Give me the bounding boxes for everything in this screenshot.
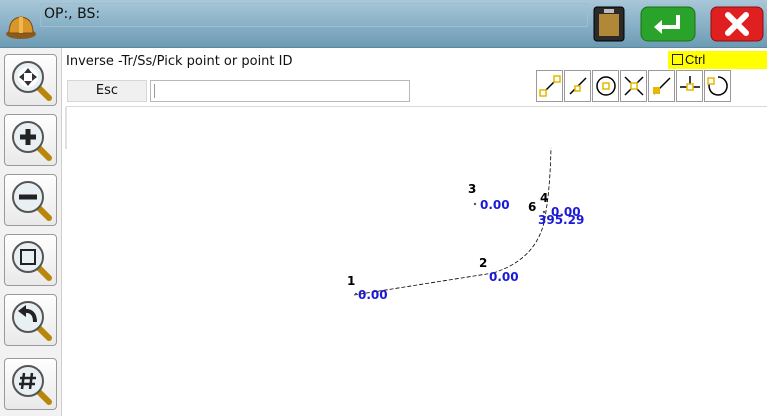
- close-button[interactable]: [710, 6, 764, 42]
- point-marker-3[interactable]: [473, 202, 477, 206]
- point-2-elevation: 0.00: [489, 270, 519, 284]
- snap-center-button[interactable]: [592, 70, 619, 102]
- zoom-in-icon: [12, 121, 52, 161]
- ctrl-checkbox[interactable]: Ctrl: [668, 51, 767, 69]
- hard-hat-icon[interactable]: [4, 9, 38, 43]
- window-title: OP:, BS:: [44, 6, 101, 22]
- snap-endpoint-icon: [539, 75, 561, 97]
- point-4-label: 4: [540, 191, 548, 205]
- title-bar: OP:, BS:: [0, 0, 767, 48]
- zoom-out-icon: [12, 181, 52, 221]
- enter-button[interactable]: [640, 6, 696, 42]
- snap-tangent-icon: [680, 76, 700, 91]
- point-3-elevation: 0.00: [480, 198, 510, 212]
- zoom-toolbar: [0, 48, 62, 416]
- zoom-grid-icon: [12, 365, 52, 405]
- snap-intersection-icon: [624, 76, 644, 96]
- point-3-label: 3: [468, 182, 476, 196]
- ctrl-checkbox-box[interactable]: [672, 54, 683, 65]
- point-1-elevation: 0.00: [358, 288, 388, 302]
- point-2-label: 2: [479, 256, 487, 270]
- zoom-window-button[interactable]: [4, 234, 57, 286]
- point-1-label: 1: [347, 274, 355, 288]
- snap-nearest-button[interactable]: [564, 70, 591, 102]
- drawing-canvas[interactable]: 1 2 3 4 6 0.00 0.00 0.00 0.00 395.29: [63, 108, 767, 416]
- ctrl-label: Ctrl: [685, 52, 706, 67]
- point-marker-1[interactable]: [354, 292, 358, 296]
- zoom-in-button[interactable]: [4, 114, 57, 166]
- point-6-label: 6: [528, 200, 536, 214]
- snap-circle-button[interactable]: [704, 70, 731, 102]
- snap-perpendicular-icon: [653, 77, 671, 95]
- zoom-extents-icon: [12, 61, 52, 101]
- snap-endpoint-button[interactable]: [536, 70, 563, 102]
- keyboard-button[interactable]: [590, 6, 628, 42]
- zoom-out-button[interactable]: [4, 174, 57, 226]
- command-input[interactable]: [150, 80, 410, 102]
- snap-toolbar: [536, 70, 767, 104]
- point-6-elevation: 395.29: [538, 213, 584, 227]
- zoom-previous-button[interactable]: [4, 294, 57, 346]
- zoom-extents-button[interactable]: [4, 54, 57, 106]
- title-field: [40, 3, 588, 27]
- zoom-previous-icon: [12, 301, 52, 341]
- snap-intersection-button[interactable]: [620, 70, 647, 102]
- snap-nearest-icon: [569, 77, 587, 95]
- command-prompt: Inverse -Tr/Ss/Pick point or point ID: [66, 54, 293, 69]
- snap-center-icon: [596, 76, 616, 96]
- snap-tangent-button[interactable]: [676, 70, 703, 102]
- snap-perpendicular-button[interactable]: [648, 70, 675, 102]
- snap-circle-icon: [707, 76, 728, 96]
- esc-button[interactable]: Esc: [67, 80, 147, 102]
- zoom-points-button[interactable]: [4, 358, 57, 410]
- zoom-window-icon: [12, 241, 52, 281]
- command-separator: [66, 106, 767, 107]
